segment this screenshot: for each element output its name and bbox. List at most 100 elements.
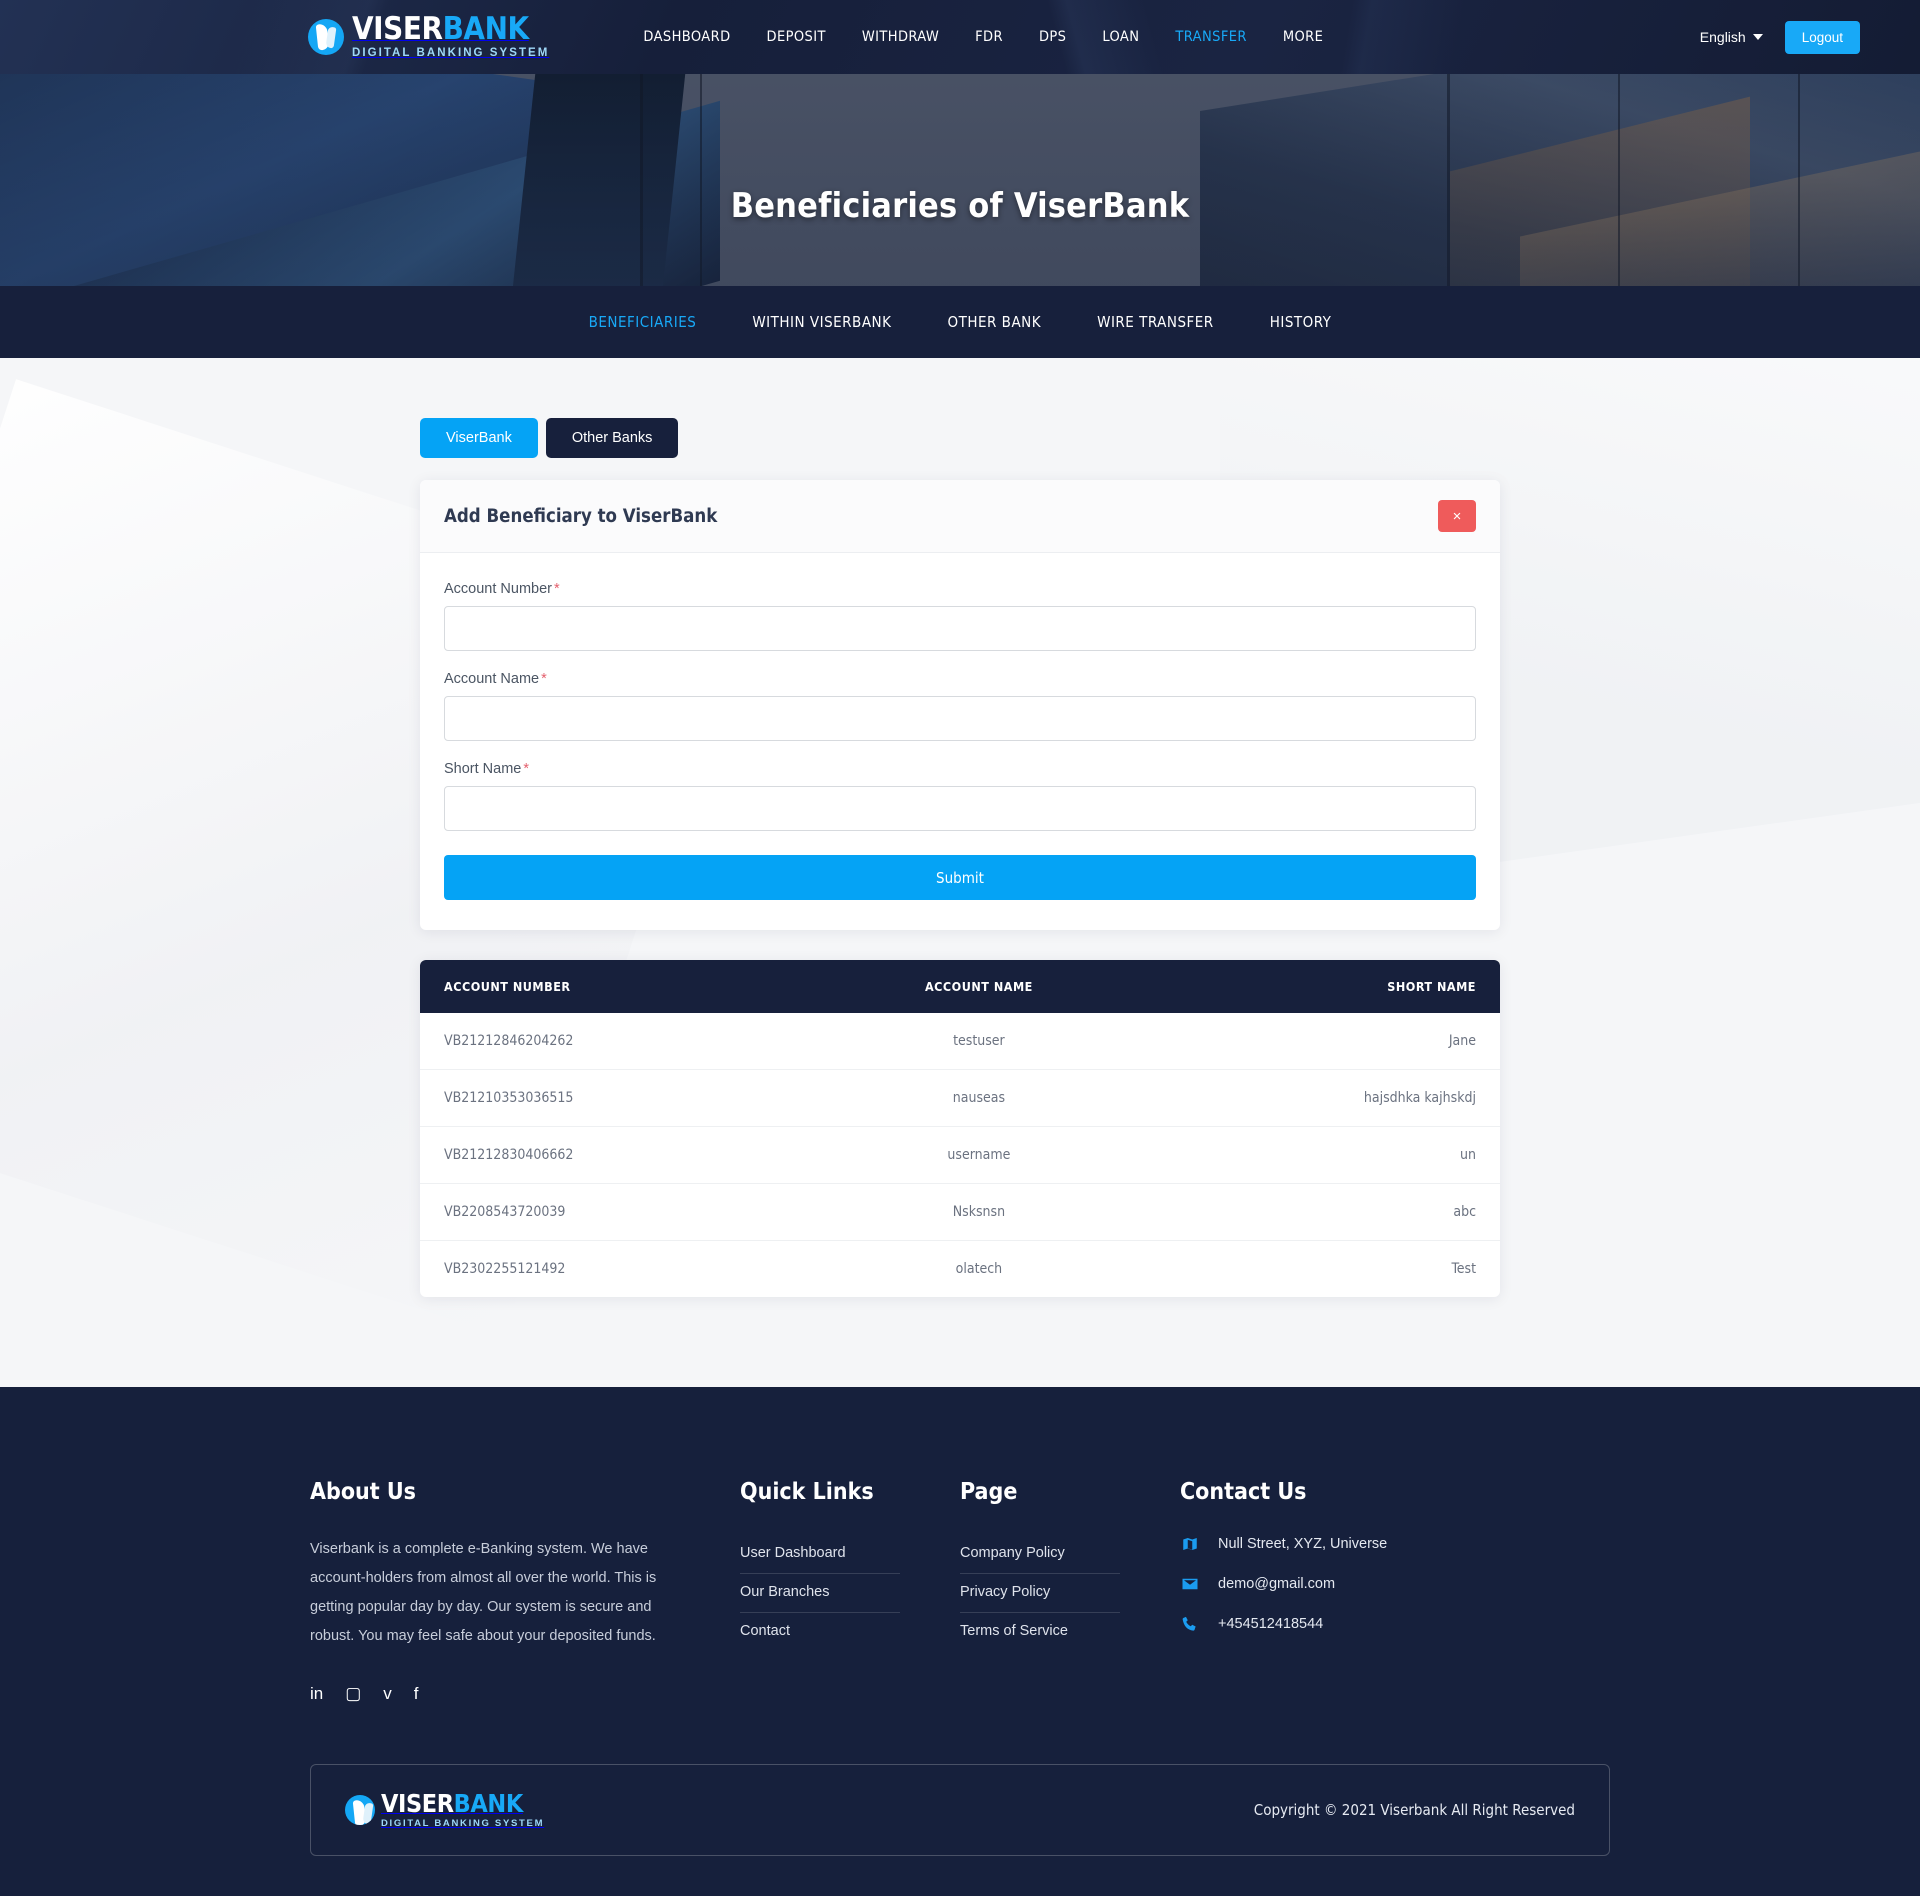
menu-item-dashboard[interactable]: DASHBOARD <box>625 29 748 45</box>
menu-item-deposit[interactable]: DEPOSIT <box>749 29 844 45</box>
bank-type-tabs: ViserBank Other Banks <box>420 418 1500 458</box>
table-row[interactable]: VB21210353036515 nauseas hajsdhka kajhsk… <box>420 1069 1500 1127</box>
footer-about-heading: About Us <box>310 1479 416 1505</box>
menu-item-withdraw[interactable]: WITHDRAW <box>844 29 957 45</box>
required-marker: * <box>523 761 530 777</box>
cell-account-name: Nsksnsn <box>808 1183 1150 1241</box>
footer: About Us Viserbank is a complete e-Banki… <box>0 1387 1920 1896</box>
tab-viserbank[interactable]: ViserBank <box>420 418 538 458</box>
top-navbar: VISERBANK DIGITAL BANKING SYSTEM DASHBOA… <box>0 0 1920 74</box>
cell-account-name: username <box>808 1126 1150 1184</box>
table-row[interactable]: VB21212830406662 username un <box>420 1126 1500 1184</box>
cell-account-number: VB21212830406662 <box>420 1126 809 1184</box>
logo-word-1: VISER <box>352 11 443 48</box>
section-navbar: BENEFICIARIES WITHIN VISERBANK OTHER BAN… <box>0 286 1920 358</box>
subnav-item-within-viserbank[interactable]: WITHIN VISERBANK <box>724 313 919 331</box>
subnav-item-history[interactable]: HISTORY <box>1242 313 1360 331</box>
card-title: Add Beneficiary to ViserBank <box>444 505 718 527</box>
social-links: in ▢ ᴠ f <box>310 1685 680 1702</box>
label-account-name-text: Account Name <box>444 671 540 687</box>
close-icon[interactable]: × <box>1438 500 1476 532</box>
instagram-icon[interactable]: ▢ <box>345 1685 361 1702</box>
cell-account-number: VB2302255121492 <box>444 1261 566 1277</box>
cell-account-number: VB21212846204262 <box>420 1013 809 1070</box>
field-account-number: Account Number * <box>444 581 1476 651</box>
logo-word-2: BANK <box>442 11 530 48</box>
menu-item-loan[interactable]: LOAN <box>1084 29 1157 45</box>
column-header-short-name: SHORT NAME <box>1149 960 1500 1013</box>
cell-account-number: VB2208543720039 <box>420 1183 809 1241</box>
required-marker: * <box>541 671 547 687</box>
footer-logo-tagline: DIGITAL BANKING SYSTEM <box>381 1818 545 1829</box>
account-name-input[interactable] <box>444 696 1476 741</box>
footer-link-terms-of-service[interactable]: Terms of Service <box>960 1613 1120 1651</box>
footer-link-company-policy[interactable]: Company Policy <box>960 1535 1120 1574</box>
map-marker-icon <box>1180 1535 1200 1553</box>
field-short-name: Short Name * <box>444 761 1476 831</box>
footer-page-heading: Page <box>960 1479 1018 1505</box>
footer-link-privacy-policy[interactable]: Privacy Policy <box>960 1574 1120 1613</box>
subnav-item-other-bank[interactable]: OTHER BANK <box>919 313 1069 331</box>
page-title: Beneficiaries of ViserBank <box>730 186 1190 226</box>
footer-quick-links-heading: Quick Links <box>740 1479 874 1505</box>
submit-button[interactable]: Submit <box>444 855 1476 900</box>
footer-link-our-branches[interactable]: Our Branches <box>740 1574 900 1613</box>
account-number-input[interactable] <box>444 606 1476 651</box>
twitter-icon[interactable]: ᴠ <box>383 1685 392 1702</box>
logout-button[interactable]: Logout <box>1784 20 1860 54</box>
footer-about-section: About Us Viserbank is a complete e-Banki… <box>310 1479 740 1702</box>
contact-address-row: Null Street, XYZ, Universe <box>1180 1535 1610 1553</box>
hero-banner: Beneficiaries of ViserBank <box>0 74 1920 286</box>
brand-logo[interactable]: VISERBANK DIGITAL BANKING SYSTEM <box>308 14 549 60</box>
footer-logo-word-1: VISER <box>381 1789 454 1818</box>
menu-item-fdr[interactable]: FDR <box>957 29 1021 45</box>
facebook-icon[interactable]: f <box>414 1685 419 1702</box>
footer-link-contact[interactable]: Contact <box>740 1613 900 1651</box>
subnav-item-wire-transfer[interactable]: WIRE TRANSFER <box>1069 313 1242 331</box>
cell-short-name: un <box>1149 1126 1500 1184</box>
logo-mark-icon <box>308 19 344 55</box>
footer-quick-links-section: Quick Links User Dashboard Our Branches … <box>740 1479 960 1702</box>
page-root: VISERBANK DIGITAL BANKING SYSTEM DASHBOA… <box>0 0 1920 1896</box>
cell-short-name: Jane <box>1149 1013 1500 1070</box>
card-header: Add Beneficiary to ViserBank × <box>420 480 1500 553</box>
footer-logo-mark-icon <box>345 1794 375 1825</box>
column-header-account-number: ACCOUNT NUMBER <box>420 960 809 1013</box>
linkedin-icon[interactable]: in <box>310 1685 323 1702</box>
table-row[interactable]: VB21212846204262 testuser Jane <box>420 1013 1500 1070</box>
cell-account-number: VB21210353036515 <box>420 1069 809 1127</box>
cell-short-name: Test <box>1451 1261 1476 1277</box>
table-row[interactable]: VB2208543720039 Nsksnsn abc <box>420 1183 1500 1241</box>
footer-brand-logo[interactable]: VISERBANK DIGITAL BANKING SYSTEM <box>345 1791 544 1829</box>
menu-item-dps[interactable]: DPS <box>1021 29 1084 45</box>
footer-page-section: Page Company Policy Privacy Policy Terms… <box>960 1479 1180 1702</box>
cell-account-name: nauseas <box>808 1069 1150 1127</box>
contact-address: Null Street, XYZ, Universe <box>1218 1536 1388 1552</box>
footer-link-user-dashboard[interactable]: User Dashboard <box>740 1535 900 1574</box>
subnav-item-beneficiaries[interactable]: BENEFICIARIES <box>561 313 725 331</box>
contact-email[interactable]: demo@gmail.com <box>1218 1576 1335 1592</box>
label-account-number: Account Number * <box>444 581 1476 597</box>
short-name-input[interactable] <box>444 786 1476 831</box>
contact-phone[interactable]: +454512418544 <box>1218 1616 1323 1632</box>
table-row[interactable]: VB2302255121492 olatech Test <box>420 1241 1500 1298</box>
label-short-name-text: Short Name <box>444 761 522 777</box>
required-marker: * <box>554 581 560 597</box>
tab-other-banks[interactable]: Other Banks <box>545 418 679 458</box>
chevron-down-icon <box>1752 34 1763 40</box>
cell-short-name: hajsdhka kajhskdj <box>1149 1069 1500 1127</box>
footer-logo-word-2: BANK <box>453 1789 524 1818</box>
column-header-account-name: ACCOUNT NAME <box>808 960 1150 1013</box>
footer-about-text: Viserbank is a complete e-Banking system… <box>310 1541 657 1644</box>
main-content: ViserBank Other Banks Add Beneficiary to… <box>0 358 1920 1387</box>
table-body: VB21212846204262 testuser Jane VB2121035… <box>420 1013 1500 1297</box>
menu-item-transfer[interactable]: TRANSFER <box>1157 29 1264 45</box>
footer-bottom-bar: VISERBANK DIGITAL BANKING SYSTEM Copyrig… <box>310 1764 1610 1856</box>
table-header-row: ACCOUNT NUMBER ACCOUNT NAME SHORT NAME <box>420 960 1500 1013</box>
menu-item-more[interactable]: MORE <box>1265 29 1341 45</box>
cell-account-name: testuser <box>808 1013 1150 1070</box>
language-selector[interactable]: English <box>1700 29 1763 45</box>
cell-account-name: olatech <box>955 1261 1003 1277</box>
language-label: English <box>1699 29 1746 45</box>
card-body: Account Number * Account Name * Short Name… <box>420 553 1500 930</box>
